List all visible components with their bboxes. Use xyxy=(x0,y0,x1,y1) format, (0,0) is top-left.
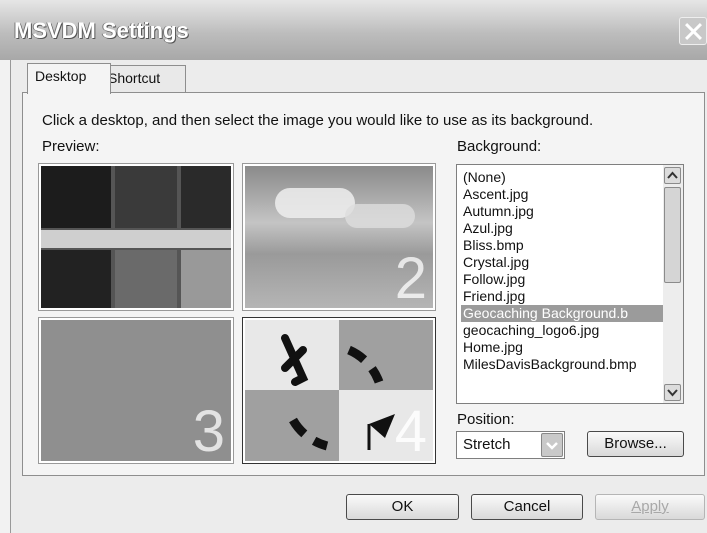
background-label: Background: xyxy=(457,138,542,155)
cloud-image xyxy=(275,188,355,218)
position-dropdown[interactable]: Stretch xyxy=(456,431,565,459)
title-bar[interactable]: MSVDM Settings xyxy=(0,0,707,60)
list-item[interactable]: Crystal.jpg xyxy=(463,254,663,271)
chevron-down-icon xyxy=(667,389,678,397)
chevron-down-icon xyxy=(546,442,558,450)
cancel-button[interactable]: Cancel xyxy=(471,494,583,520)
tab-label: Desktop xyxy=(35,68,87,84)
list-item[interactable]: Bliss.bmp xyxy=(463,237,663,254)
tab-desktop[interactable]: Desktop xyxy=(27,63,111,94)
album-cover-image xyxy=(181,250,231,308)
desktop-1-preview[interactable] xyxy=(39,164,233,310)
list-item[interactable]: MilesDavisBackground.bmp xyxy=(463,356,663,373)
instruction-text: Click a desktop, and then select the ima… xyxy=(42,112,594,129)
album-cover-image xyxy=(181,166,231,228)
album-cover-image xyxy=(41,166,111,228)
list-item[interactable]: Azul.jpg xyxy=(463,220,663,237)
position-label: Position: xyxy=(457,411,515,428)
list-item[interactable]: (None) xyxy=(463,169,663,186)
browse-button[interactable]: Browse... xyxy=(587,431,684,457)
background-listbox[interactable]: (None) Ascent.jpg Autumn.jpg Azul.jpg Bl… xyxy=(456,164,684,404)
listbox-scrollbar[interactable] xyxy=(663,165,683,403)
window-title: MSVDM Settings xyxy=(14,18,189,43)
desktop-4-preview[interactable]: 4 xyxy=(243,318,435,463)
position-value: Stretch xyxy=(463,436,511,453)
list-item[interactable]: Follow.jpg xyxy=(463,271,663,288)
dropdown-button[interactable] xyxy=(541,433,563,457)
close-button[interactable] xyxy=(679,17,707,45)
album-cover-image xyxy=(41,250,111,308)
scroll-thumb[interactable] xyxy=(664,187,681,283)
desktop-3-preview[interactable]: 3 xyxy=(39,318,233,463)
ok-button[interactable]: OK xyxy=(346,494,459,520)
chevron-up-icon xyxy=(667,171,678,179)
desktop-2-preview[interactable]: 2 xyxy=(243,164,435,310)
desktop-number: 3 xyxy=(192,399,225,463)
desktop-number: 2 xyxy=(394,246,427,310)
apply-button[interactable]: Apply xyxy=(595,494,705,520)
list-item[interactable]: Friend.jpg xyxy=(463,288,663,305)
list-item[interactable]: geocaching_logo6.jpg xyxy=(463,322,663,339)
scroll-up-button[interactable] xyxy=(664,167,681,184)
list-item[interactable]: Home.jpg xyxy=(463,339,663,356)
preview-label: Preview: xyxy=(42,138,100,155)
list-item[interactable]: Autumn.jpg xyxy=(463,203,663,220)
album-cover-image xyxy=(115,166,177,228)
desktop-number: 4 xyxy=(394,399,427,463)
list-item[interactable]: Ascent.jpg xyxy=(463,186,663,203)
cloud-image xyxy=(345,204,415,228)
scroll-down-button[interactable] xyxy=(664,384,681,401)
album-cover-image xyxy=(115,250,177,308)
list-item-selected[interactable]: Geocaching Background.b xyxy=(461,305,679,322)
desktop-icons-strip xyxy=(41,230,231,248)
